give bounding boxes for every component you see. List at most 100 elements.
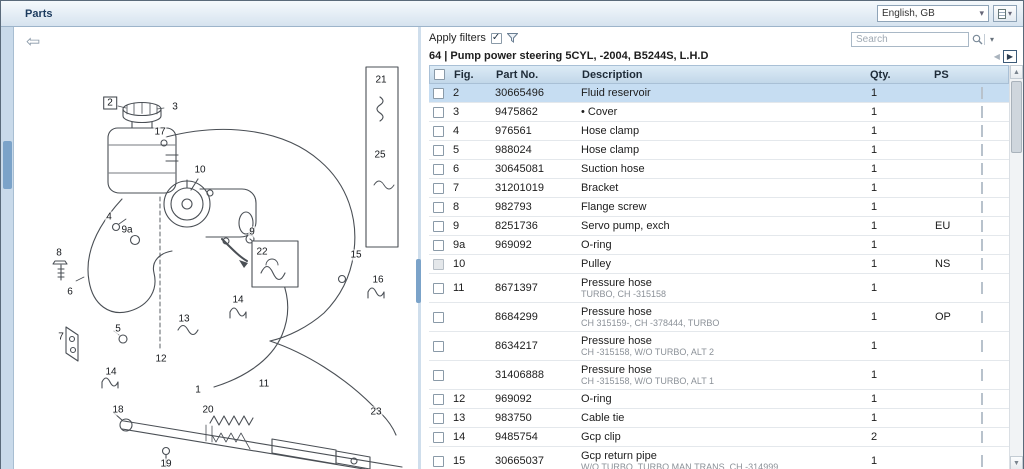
row-checkbox[interactable] — [433, 370, 444, 381]
diagram-callout-7[interactable]: 7 — [57, 332, 65, 343]
table-row[interactable]: 8634217 Pressure hose CH -315158, W/O TU… — [429, 332, 1009, 361]
note-icon[interactable] — [981, 220, 983, 232]
note-icon[interactable] — [981, 412, 983, 424]
diagram-callout-11[interactable]: 11 — [258, 379, 270, 390]
row-checkbox[interactable] — [433, 126, 444, 137]
diagram-callout-23[interactable]: 23 — [369, 407, 382, 418]
diagram-callout-2[interactable]: 2 — [103, 97, 117, 110]
diagram-callout-5[interactable]: 5 — [114, 324, 122, 335]
table-row[interactable]: 13 983750 Cable tie 1 — [429, 409, 1009, 428]
left-collapse-rail[interactable] — [1, 27, 14, 469]
diagram-callout-9a[interactable]: 9a — [120, 225, 133, 236]
table-row[interactable]: 9 8251736 Servo pump, exch 1 EU — [429, 217, 1009, 236]
row-checkbox[interactable] — [433, 183, 444, 194]
row-checkbox[interactable] — [433, 164, 444, 175]
row-checkbox[interactable] — [433, 432, 444, 443]
diagram-callout-22[interactable]: 22 — [255, 247, 268, 258]
row-checkbox[interactable] — [433, 456, 444, 467]
note-icon[interactable] — [981, 201, 983, 213]
table-row[interactable]: 2 30665496 Fluid reservoir 1 — [429, 84, 1009, 103]
note-icon[interactable] — [981, 163, 983, 175]
row-checkbox[interactable] — [433, 413, 444, 424]
table-row[interactable]: 8684299 Pressure hose CH 315159-, CH -37… — [429, 303, 1009, 332]
vertical-scrollbar[interactable]: ▲ ▼ — [1009, 65, 1023, 469]
note-icon[interactable] — [981, 431, 983, 443]
table-row[interactable]: 8 982793 Flange screw 1 — [429, 198, 1009, 217]
language-select-value: English, GB — [882, 8, 935, 19]
diagram-callout-4[interactable]: 4 — [105, 212, 113, 223]
diagram-callout-13[interactable]: 13 — [177, 314, 190, 325]
row-checkbox[interactable] — [433, 202, 444, 213]
diagram-callout-25[interactable]: 25 — [373, 150, 386, 161]
diagram-callout-3[interactable]: 3 — [171, 102, 179, 113]
diagram-callout-17[interactable]: 17 — [153, 127, 166, 138]
note-icon[interactable] — [981, 239, 983, 251]
filter-funnel-icon[interactable] — [507, 33, 518, 43]
row-checkbox[interactable] — [433, 341, 444, 352]
table-row[interactable]: 5 988024 Hose clamp 1 — [429, 141, 1009, 160]
search-input[interactable] — [851, 32, 969, 47]
scroll-up-icon[interactable]: ▲ — [1010, 65, 1023, 79]
note-icon[interactable] — [981, 340, 983, 352]
search-options-caret-icon[interactable]: ▾ — [985, 32, 999, 47]
row-checkbox[interactable] — [433, 394, 444, 405]
scrollbar-thumb[interactable] — [1011, 81, 1022, 153]
note-icon[interactable] — [981, 455, 983, 467]
note-icon[interactable] — [981, 87, 983, 99]
rail-drag-handle[interactable] — [3, 141, 12, 189]
diagram-callout-14[interactable]: 14 — [231, 295, 244, 306]
note-icon[interactable] — [981, 258, 983, 270]
back-arrow-icon[interactable]: ⇦ — [26, 33, 40, 50]
catalog-menu-button[interactable]: ▾ — [993, 5, 1017, 22]
table-row[interactable]: 4 976561 Hose clamp 1 — [429, 122, 1009, 141]
previous-page-icon[interactable]: ◀ — [994, 52, 1000, 61]
table-row[interactable]: 6 30645081 Suction hose 1 — [429, 160, 1009, 179]
row-part-no: 8684299 — [493, 311, 579, 323]
row-checkbox[interactable] — [433, 259, 444, 270]
note-icon[interactable] — [981, 144, 983, 156]
note-icon[interactable] — [981, 369, 983, 381]
table-row[interactable]: 10 Pulley 1 NS — [429, 255, 1009, 274]
note-icon[interactable] — [981, 106, 983, 118]
note-icon[interactable] — [981, 182, 983, 194]
diagram-callout-19[interactable]: 19 — [159, 459, 172, 469]
row-checkbox[interactable] — [433, 221, 444, 232]
table-row[interactable]: 14 9485754 Gcp clip 2 — [429, 428, 1009, 447]
diagram-callout-9[interactable]: 9 — [248, 227, 256, 238]
row-checkbox[interactable] — [433, 283, 444, 294]
row-checkbox[interactable] — [433, 240, 444, 251]
select-all-checkbox[interactable]: ✓ — [434, 69, 445, 80]
table-row[interactable]: 31406888 Pressure hose CH -315158, W/O T… — [429, 361, 1009, 390]
table-row[interactable]: 3 9475862 • Cover 1 — [429, 103, 1009, 122]
diagram-callout-18[interactable]: 18 — [111, 405, 124, 416]
diagram-callout-16[interactable]: 16 — [371, 275, 384, 286]
note-icon[interactable] — [981, 393, 983, 405]
table-row[interactable]: 9a 969092 O-ring 1 — [429, 236, 1009, 255]
diagram-callout-21[interactable]: 21 — [374, 75, 387, 86]
table-row[interactable]: 7 31201019 Bracket 1 — [429, 179, 1009, 198]
note-icon[interactable] — [981, 311, 983, 323]
row-fig: 5 — [451, 144, 493, 156]
next-page-icon[interactable]: ▶ — [1003, 50, 1017, 63]
language-select[interactable]: English, GB ▾ — [877, 5, 989, 22]
diagram-callout-10[interactable]: 10 — [193, 165, 206, 176]
row-checkbox[interactable] — [433, 145, 444, 156]
table-row[interactable]: 12 969092 O-ring 1 — [429, 390, 1009, 409]
row-checkbox[interactable] — [433, 107, 444, 118]
table-row[interactable]: 11 8671397 Pressure hose TURBO, CH -3151… — [429, 274, 1009, 303]
diagram-callout-20[interactable]: 20 — [201, 405, 214, 416]
diagram-callout-14[interactable]: 14 — [104, 367, 117, 378]
search-icon[interactable] — [970, 32, 984, 47]
note-icon[interactable] — [981, 125, 983, 137]
diagram-callout-12[interactable]: 12 — [154, 354, 167, 365]
diagram-callout-1[interactable]: 1 — [194, 385, 202, 396]
diagram-callout-6[interactable]: 6 — [66, 287, 74, 298]
apply-filters-checkbox[interactable]: ✓ — [491, 33, 502, 44]
note-icon[interactable] — [981, 282, 983, 294]
row-checkbox[interactable] — [433, 88, 444, 99]
row-checkbox[interactable] — [433, 312, 444, 323]
diagram-callout-8[interactable]: 8 — [55, 248, 63, 259]
diagram-callout-15[interactable]: 15 — [349, 250, 362, 261]
table-row[interactable]: 15 30665037 Gcp return pipe W/O TURBO, T… — [429, 447, 1009, 469]
scroll-down-icon[interactable]: ▼ — [1010, 456, 1023, 469]
